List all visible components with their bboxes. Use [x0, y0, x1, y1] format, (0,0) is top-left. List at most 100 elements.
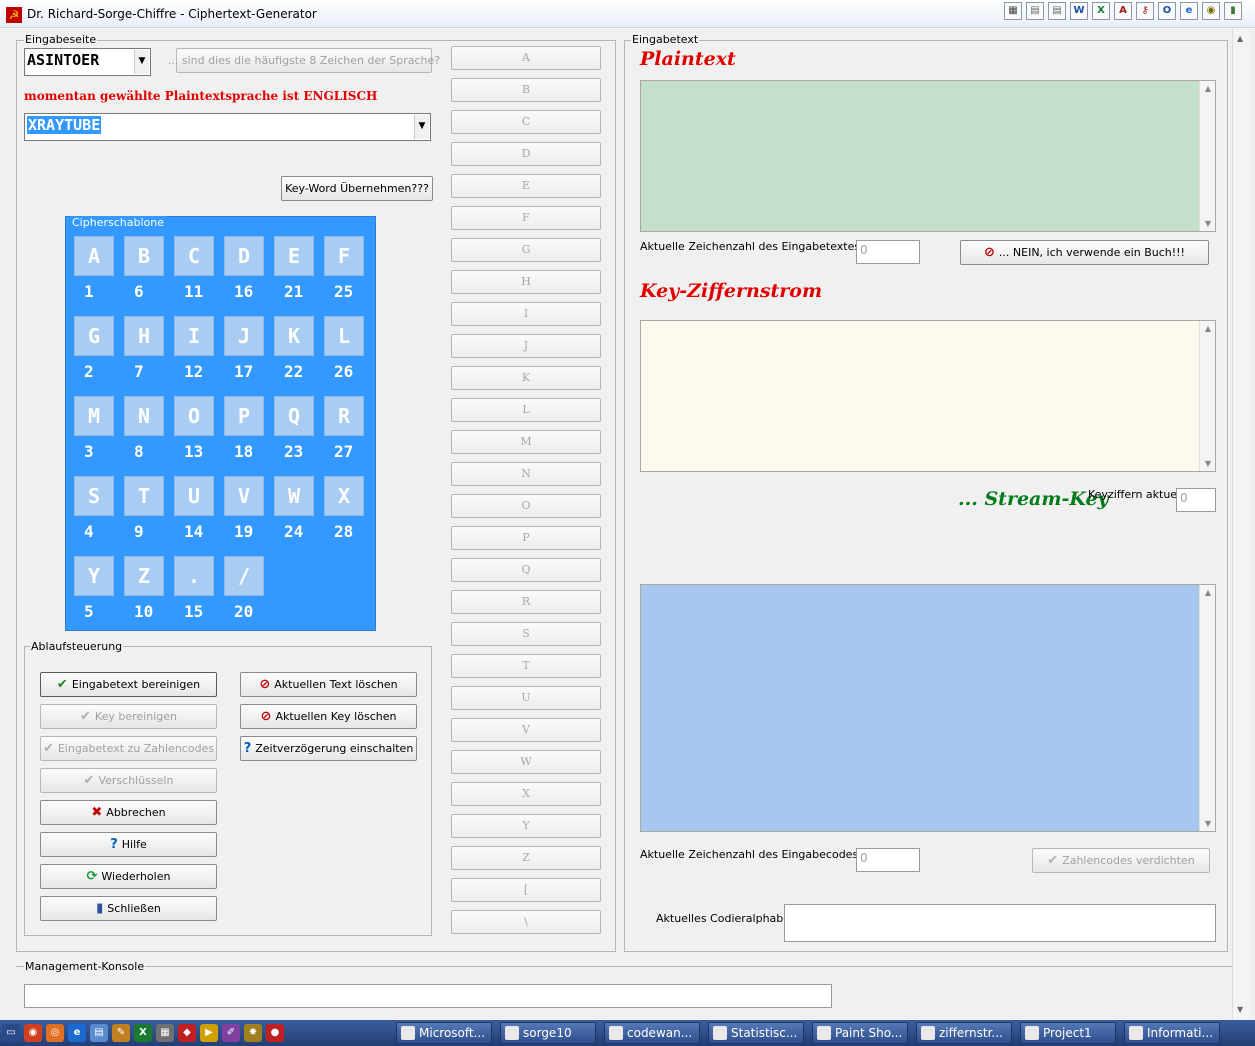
taskbar-button[interactable]: ziffernstr...: [916, 1022, 1012, 1044]
letter-button[interactable]: D: [451, 142, 601, 166]
cipher-key[interactable]: T: [124, 476, 164, 516]
cipher-key[interactable]: .: [174, 556, 214, 596]
char-count-field[interactable]: 0: [856, 240, 920, 264]
letter-button[interactable]: E: [451, 174, 601, 198]
cipher-key[interactable]: B: [124, 236, 164, 276]
show-desktop-icon[interactable]: ▭: [2, 1024, 20, 1042]
key-digits-field[interactable]: 0: [1176, 488, 1216, 512]
cipher-key[interactable]: H: [124, 316, 164, 356]
delete-key-button[interactable]: ⊘ Aktuellen Key löschen: [240, 704, 417, 729]
taskbar-button[interactable]: Paint Sho...: [812, 1022, 908, 1044]
close-button[interactable]: ▮ Schließen: [40, 896, 217, 921]
grid-icon[interactable]: ▦: [1004, 2, 1022, 20]
cipher-key[interactable]: F: [324, 236, 364, 276]
letter-button[interactable]: A: [451, 46, 601, 70]
firefox-icon[interactable]: ◎: [46, 1024, 64, 1042]
cipher-key[interactable]: U: [174, 476, 214, 516]
excel-icon[interactable]: X: [1092, 2, 1110, 20]
plaintext-scrollbar[interactable]: ▲ ▼: [1199, 81, 1215, 231]
codes-output[interactable]: ▲ ▼: [640, 584, 1216, 832]
delete-text-button[interactable]: ⊘ Aktuellen Text löschen: [240, 672, 417, 697]
word-icon[interactable]: W: [1070, 2, 1088, 20]
ie-icon[interactable]: e: [68, 1024, 86, 1042]
chart-icon[interactable]: ▮: [1224, 2, 1242, 20]
letter-button[interactable]: H: [451, 270, 601, 294]
cipher-key[interactable]: W: [274, 476, 314, 516]
letter-button[interactable]: X: [451, 782, 601, 806]
scroll-up-icon[interactable]: ▲: [1200, 324, 1216, 333]
frequency-combo[interactable]: ASINTOER ▼: [24, 48, 151, 76]
chevron-down-icon[interactable]: ▼: [414, 115, 429, 139]
taskbar-button[interactable]: Project1: [1020, 1022, 1116, 1044]
cipher-key[interactable]: S: [74, 476, 114, 516]
doc-icon[interactable]: ▤: [1048, 2, 1066, 20]
window-scrollbar[interactable]: ▲ ▼: [1232, 28, 1250, 1020]
codes-scrollbar[interactable]: ▲ ▼: [1199, 585, 1215, 831]
cipher-key[interactable]: E: [274, 236, 314, 276]
cipher-key[interactable]: A: [74, 236, 114, 276]
cipher-key[interactable]: Z: [124, 556, 164, 596]
cipher-key[interactable]: Q: [274, 396, 314, 436]
key-stream-scrollbar[interactable]: ▲ ▼: [1199, 321, 1215, 471]
plaintext-input[interactable]: ▲ ▼: [640, 80, 1216, 232]
letter-button[interactable]: C: [451, 110, 601, 134]
scroll-up-icon[interactable]: ▲: [1237, 34, 1243, 43]
cipher-key[interactable]: N: [124, 396, 164, 436]
book-button[interactable]: ⊘ ... NEIN, ich verwende ein Buch!!!: [960, 240, 1209, 265]
letter-button[interactable]: \: [451, 910, 601, 934]
cipher-key[interactable]: G: [74, 316, 114, 356]
cipher-key[interactable]: R: [324, 396, 364, 436]
cipher-key[interactable]: /: [224, 556, 264, 596]
letter-button[interactable]: F: [451, 206, 601, 230]
cipher-key[interactable]: Y: [74, 556, 114, 596]
letter-button[interactable]: S: [451, 622, 601, 646]
letter-button[interactable]: M: [451, 430, 601, 454]
key-icon[interactable]: ⚷: [1136, 2, 1154, 20]
excel-icon[interactable]: X: [134, 1024, 152, 1042]
delay-button[interactable]: ? Zeitverzögerung einschalten: [240, 736, 417, 761]
scroll-down-icon[interactable]: ▼: [1200, 459, 1216, 468]
cipher-key[interactable]: V: [224, 476, 264, 516]
letter-button[interactable]: P: [451, 526, 601, 550]
letter-button[interactable]: U: [451, 686, 601, 710]
scroll-up-icon[interactable]: ▲: [1200, 588, 1216, 597]
chrome-icon[interactable]: ◉: [24, 1024, 42, 1042]
letter-button[interactable]: G: [451, 238, 601, 262]
letter-button[interactable]: J: [451, 334, 601, 358]
letter-button[interactable]: L: [451, 398, 601, 422]
letter-button[interactable]: Y: [451, 814, 601, 838]
letter-button[interactable]: [: [451, 878, 601, 902]
help-button[interactable]: ? Hilfe: [40, 832, 217, 857]
compress-codes-button[interactable]: ✔ Zahlencodes verdichten: [1032, 848, 1210, 873]
camera-icon[interactable]: ◉: [1202, 2, 1220, 20]
access-icon[interactable]: A: [1114, 2, 1132, 20]
letter-button[interactable]: K: [451, 366, 601, 390]
cipher-key[interactable]: K: [274, 316, 314, 356]
repeat-button[interactable]: ⟳ Wiederholen: [40, 864, 217, 889]
key-stream-input[interactable]: ▲ ▼: [640, 320, 1216, 472]
cipher-key[interactable]: I: [174, 316, 214, 356]
taskbar-button[interactable]: Microsoft...: [396, 1022, 492, 1044]
frequency-check-button[interactable]: ... sind dies die häufigste 8 Zeichen de…: [168, 48, 440, 73]
encrypt-button[interactable]: ✔ Verschlüsseln: [40, 768, 217, 793]
letter-button[interactable]: B: [451, 78, 601, 102]
ie-icon[interactable]: e: [1180, 2, 1198, 20]
tool-icon[interactable]: ✸: [244, 1024, 262, 1042]
letter-button[interactable]: I: [451, 302, 601, 326]
cipher-key[interactable]: C: [174, 236, 214, 276]
paint-icon[interactable]: ✎: [112, 1024, 130, 1042]
letter-button[interactable]: O: [451, 494, 601, 518]
scroll-down-icon[interactable]: ▼: [1200, 819, 1216, 828]
notepad-icon[interactable]: ▤: [90, 1024, 108, 1042]
taskbar-button[interactable]: Informati...: [1124, 1022, 1220, 1044]
clean-key-button[interactable]: ✔ Key bereinigen: [40, 704, 217, 729]
clean-text-button[interactable]: ✔ Eingabetext bereinigen: [40, 672, 217, 697]
cipher-key[interactable]: X: [324, 476, 364, 516]
code-count-field[interactable]: 0: [856, 848, 920, 872]
outlook-icon[interactable]: O: [1158, 2, 1176, 20]
letter-button[interactable]: V: [451, 718, 601, 742]
letter-button[interactable]: Z: [451, 846, 601, 870]
cipher-key[interactable]: D: [224, 236, 264, 276]
chevron-down-icon[interactable]: ▼: [134, 50, 149, 74]
cipher-key[interactable]: L: [324, 316, 364, 356]
